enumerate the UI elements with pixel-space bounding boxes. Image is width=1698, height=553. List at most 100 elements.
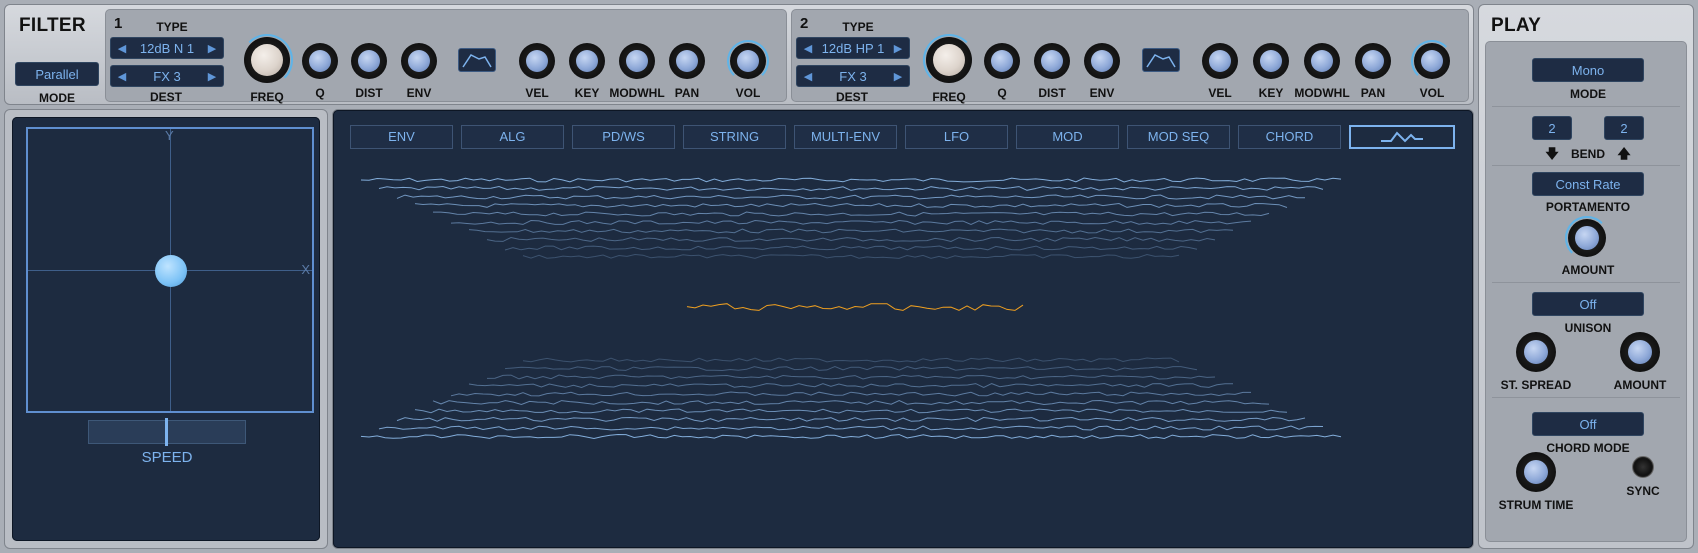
bend-down-button[interactable]: 2 [1532,116,1572,140]
waveform-display [360,177,1342,440]
prev-arrow-icon[interactable]: ◀ [115,38,129,60]
speed-label: SPEED [141,449,193,466]
waveform-trace [378,185,1324,192]
next-arrow-icon[interactable]: ▶ [205,66,219,88]
waveform-trace [396,416,1306,423]
play-mode-button[interactable]: Mono [1532,58,1644,82]
speed-slider-handle[interactable] [165,418,168,446]
filter-2-type-select[interactable]: ◀ 12dB HP 1 ▶ [796,37,910,59]
waveform-trace [486,374,1216,380]
filter-2-pan-label: PAN [1360,86,1386,100]
filter-2-envelope-button[interactable] [1142,48,1180,72]
strum-time-label: STRUM TIME [1498,498,1574,512]
filter-2-dest-label: DEST [835,90,868,104]
waveform-trace [360,433,1342,440]
waveform-trace [450,219,1252,225]
filter-mode-button[interactable]: Parallel [15,62,99,86]
portamento-button[interactable]: Const Rate [1532,172,1644,196]
waveform-trace [450,391,1251,397]
waveform-trace [378,425,1324,431]
bend-up-button[interactable]: 2 [1604,116,1644,140]
filter-2-dest-select[interactable]: ◀ FX 3 ▶ [796,65,910,87]
unison-label: UNISON [1564,321,1612,335]
portamento-amount-knob[interactable] [1565,216,1609,260]
chord-mode-button[interactable]: Off [1532,412,1644,436]
waveform-trace [504,245,1198,251]
filter-1-modwhl-knob[interactable] [619,43,655,79]
filter-2-vol-label: VOL [1419,86,1445,100]
filter-panel: FILTER Parallel MODE 1 TYPE ◀ 12dB N 1 ▶… [4,4,1474,105]
filter-2-key-knob[interactable] [1253,43,1289,79]
filter-2-dist-knob[interactable] [1034,43,1070,79]
x-axis-label: X [301,262,310,277]
xy-pad-panel: Y X SPEED [4,109,328,549]
filter-1-number: 1 [114,15,123,32]
portamento-amount-label: AMOUNT [1561,263,1615,277]
filter-1-vel-knob[interactable] [519,43,555,79]
filter-2-vol-knob[interactable] [1411,40,1453,82]
filter-1-envelope-button[interactable] [458,48,496,72]
filter-2-number: 2 [800,15,809,32]
filter-2-pan-knob[interactable] [1355,43,1391,79]
filter-1-q-knob[interactable] [302,43,338,79]
play-mode-label: MODE [1570,87,1606,101]
xy-pad[interactable]: Y X [26,127,314,413]
xy-pad-inset: Y X SPEED [12,117,320,541]
filter-1-type-value: 12dB N 1 [139,41,195,56]
filter-2-type-value: 12dB HP 1 [821,41,885,56]
st-spread-knob[interactable] [1516,332,1556,372]
filter-2-freq-knob[interactable] [923,34,975,86]
filter-1-dest-select[interactable]: ◀ FX 3 ▶ [110,65,224,87]
filter-2-dest-value: FX 3 [839,69,867,84]
unison-button[interactable]: Off [1532,292,1644,316]
play-panel: PLAY Mono MODE 2 2 🡇 BEND 🡅 Const Rate P… [1478,4,1694,549]
filter-1-freq-label: FREQ [250,90,284,104]
filter-2-vel-knob[interactable] [1202,43,1238,79]
next-arrow-icon[interactable]: ▶ [891,66,905,88]
waveform-trace [432,399,1270,406]
divider [1492,397,1680,398]
main-inset: ENV ALG PD/WS STRING MULTI-ENV LFO MOD M… [333,110,1473,548]
waveform-trace [414,408,1288,414]
filter-2-q-knob[interactable] [984,43,1020,79]
envelope-icon [1146,54,1176,68]
st-spread-label: ST. SPREAD [1500,378,1572,392]
filter-1-vol-knob[interactable] [727,40,769,82]
filter-2-env-knob[interactable] [1084,43,1120,79]
waveform-trace [486,236,1216,243]
filter-1-key-knob[interactable] [569,43,605,79]
waveform-trace [468,228,1234,234]
filter-1-env-knob[interactable] [401,43,437,79]
divider [1492,106,1680,107]
waveform-trace [522,253,1180,259]
waveform-trace [522,357,1180,363]
filter-1-dist-knob[interactable] [351,43,387,79]
prev-arrow-icon[interactable]: ◀ [801,38,815,60]
unison-amount-knob[interactable] [1620,332,1660,372]
filter-1-pan-knob[interactable] [669,43,705,79]
filter-1-dest-value: FX 3 [153,69,181,84]
filter-1-section: 1 TYPE ◀ 12dB N 1 ▶ ◀ FX 3 ▶ DEST FREQ Q… [105,9,787,104]
speed-slider[interactable] [88,418,246,446]
prev-arrow-icon[interactable]: ◀ [801,66,815,88]
next-arrow-icon[interactable]: ▶ [891,38,905,60]
waveform-trace [433,211,1270,217]
arrow-up-icon: 🡅 [1617,146,1631,161]
bend-label: BEND [1570,147,1605,161]
envelope-icon [462,54,492,68]
strum-time-knob[interactable] [1516,452,1556,492]
sync-button[interactable] [1632,456,1654,478]
next-arrow-icon[interactable]: ▶ [205,38,219,60]
y-axis-label: Y [165,128,174,143]
filter-2-section: 2 TYPE ◀ 12dB HP 1 ▶ ◀ FX 3 ▶ DEST FREQ … [791,9,1469,104]
filter-2-type-label: TYPE [842,20,874,34]
filter-2-env-label: ENV [1089,86,1115,100]
play-title: PLAY [1491,15,1542,36]
filter-1-type-select[interactable]: ◀ 12dB N 1 ▶ [110,37,224,59]
prev-arrow-icon[interactable]: ◀ [115,66,129,88]
filter-2-modwhl-knob[interactable] [1304,43,1340,79]
waveform-trace [414,202,1288,208]
portamento-label: PORTAMENTO [1545,200,1631,214]
filter-1-freq-knob[interactable] [241,34,293,86]
xy-pad-handle[interactable] [155,255,187,287]
